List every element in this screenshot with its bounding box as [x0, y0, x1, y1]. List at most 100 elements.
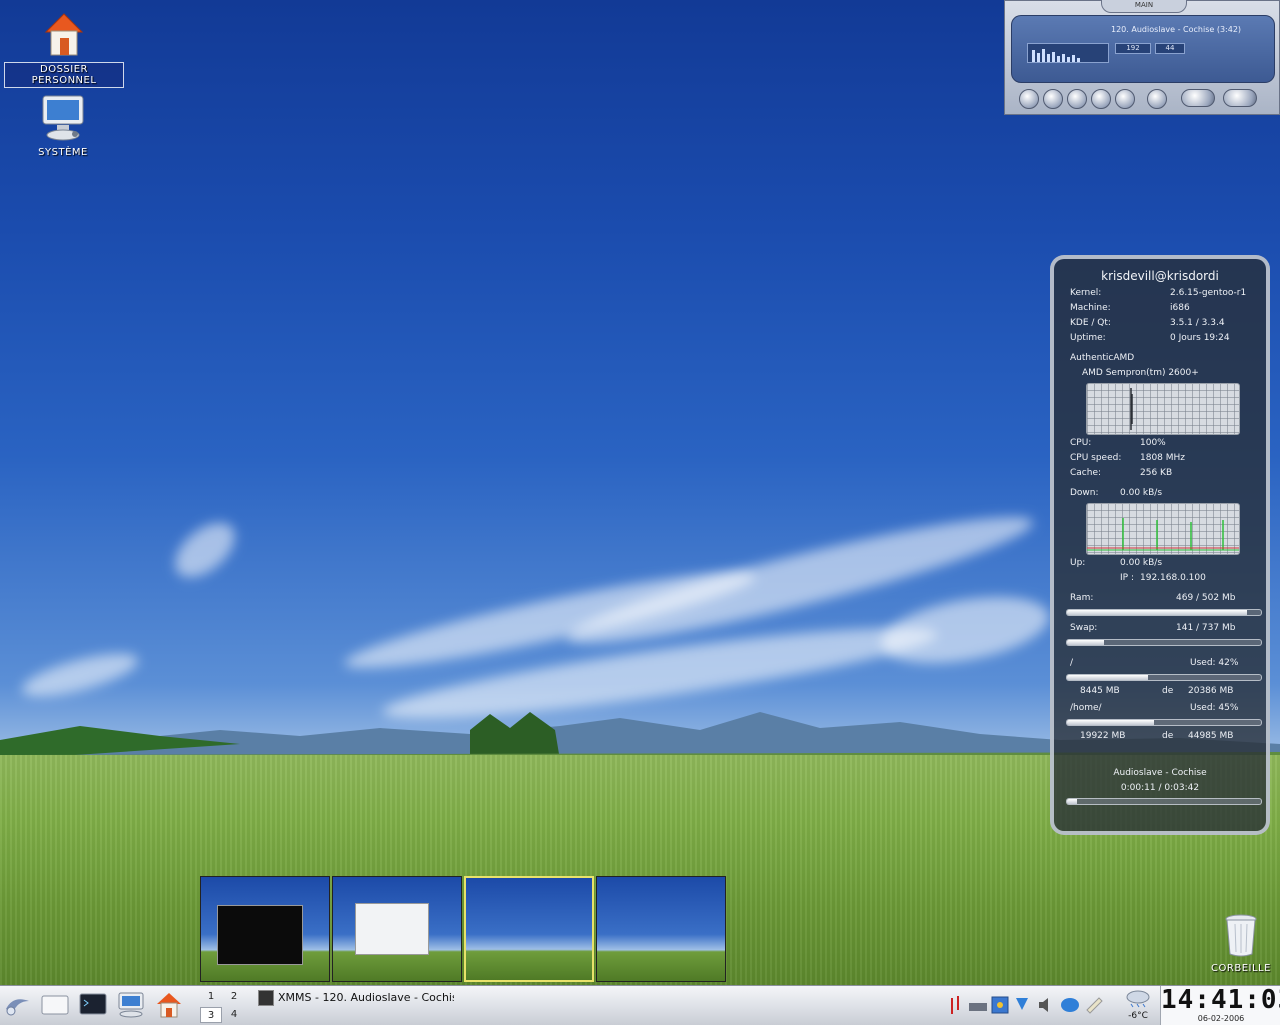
- pager-desktop-3[interactable]: [464, 876, 594, 982]
- swap-bar: [1066, 639, 1262, 646]
- kde-menu-button[interactable]: [2, 990, 32, 1020]
- now-playing-progress-fill: [1067, 799, 1077, 804]
- now-playing-progress: [1066, 798, 1262, 805]
- cpu-vendor: AuthenticAMD: [1070, 353, 1135, 363]
- kernel-label: Kernel:: [1070, 288, 1102, 298]
- system-tray: [944, 990, 1114, 1022]
- now-playing-track: Audioslave - Cochise: [1113, 768, 1207, 778]
- taskbar-task-label: XMMS - 120. Audioslave - Cochise: [278, 991, 454, 1004]
- desktop-switch-3[interactable]: 3: [200, 1007, 222, 1023]
- machine-label: Machine:: [1070, 303, 1111, 313]
- weather-applet[interactable]: -6°C: [1118, 986, 1158, 1024]
- xmms-next-button[interactable]: [1115, 89, 1135, 109]
- ip-label: IP :: [1120, 573, 1134, 583]
- swap-value: 141 / 737 Mb: [1176, 623, 1236, 633]
- xmms-play-button[interactable]: [1043, 89, 1063, 109]
- home-fs-bar-fill: [1067, 720, 1155, 725]
- xmms-eject-button[interactable]: [1147, 89, 1167, 109]
- up-value: 0.00 kB/s: [1120, 558, 1163, 568]
- desktop-switch-2[interactable]: 2: [223, 989, 245, 1005]
- xmms-task-icon: [258, 990, 274, 1006]
- hardware-tray-icon[interactable]: [968, 994, 988, 1016]
- home-icon: [157, 993, 181, 1018]
- desktop-icon-home-folder[interactable]: DOSSIER PERSONNEL: [4, 10, 124, 88]
- xmms-main-tab[interactable]: MAIN: [1101, 0, 1187, 13]
- home-fs-free: 19922 MB: [1080, 731, 1126, 741]
- machine-value: i686: [1170, 303, 1190, 313]
- pager-desktop-4[interactable]: [596, 876, 726, 982]
- root-fs-bar: [1066, 674, 1262, 681]
- swap-bar-fill: [1067, 640, 1104, 645]
- desktop-icon-trash[interactable]: CORBEILLE: [1206, 912, 1276, 975]
- network-status-tray-icon[interactable]: [1060, 994, 1080, 1016]
- system-monitor-widget: krisdevill@krisdordi Kernel: 2.6.15-gent…: [1050, 255, 1270, 835]
- terminal-button[interactable]: [78, 990, 108, 1020]
- cpu-speed-value: 1808 MHz: [1140, 453, 1186, 463]
- klipper-tray-icon[interactable]: [990, 994, 1010, 1016]
- system-icon: [118, 992, 144, 1018]
- desktop-icon-system[interactable]: SYSTÈME: [20, 94, 106, 159]
- down-label: Down:: [1070, 488, 1099, 498]
- kde-value: 3.5.1 / 3.3.4: [1170, 318, 1225, 328]
- cache-value: 256 KB: [1140, 468, 1173, 478]
- xmms-shuffle-button[interactable]: [1181, 89, 1215, 107]
- xmms-spectrum: [1032, 49, 1080, 62]
- clock-date: 06-02-2006: [1197, 1014, 1245, 1023]
- down-value: 0.00 kB/s: [1120, 488, 1163, 498]
- clock-time: 14:41:03: [1161, 985, 1280, 1015]
- home-button[interactable]: [154, 990, 184, 1020]
- taskbar-task-xmms[interactable]: XMMS - 120. Audioslave - Cochise: [258, 989, 454, 1007]
- swap-label: Swap:: [1070, 623, 1098, 633]
- show-desktop-icon: [41, 995, 69, 1015]
- desktop-switch-4[interactable]: 4: [223, 1007, 245, 1023]
- xmms-repeat-button[interactable]: [1223, 89, 1257, 107]
- home-folder-icon: [44, 13, 84, 56]
- xmms-bitrate: 192: [1115, 43, 1151, 54]
- desktop-switch-1[interactable]: 1: [200, 989, 222, 1005]
- desktop-icon-label: CORBEILLE: [1211, 963, 1271, 974]
- root-fs-free: 8445 MB: [1080, 686, 1120, 696]
- kernel-value: 2.6.15-gentoo-r1: [1170, 288, 1247, 298]
- desktop-icon-label: DOSSIER PERSONNEL: [4, 62, 124, 88]
- xmms-track-title: 120. Audioslave - Cochise (3:42): [1111, 25, 1242, 34]
- root-fs-bar-fill: [1067, 675, 1149, 680]
- ram-bar-fill: [1067, 610, 1248, 615]
- xmms-stop-button[interactable]: [1091, 89, 1111, 109]
- pager-desktop-1[interactable]: [200, 876, 330, 982]
- kde-menu-icon: [6, 999, 29, 1016]
- desktop-pager-preview: [200, 876, 726, 984]
- temperature-value: -6°C: [1128, 1011, 1148, 1021]
- pager-desktop-2[interactable]: [332, 876, 462, 982]
- cpu-speed-label: CPU speed:: [1070, 453, 1122, 463]
- computer-icon: [42, 95, 84, 141]
- volume-tray-icon[interactable]: [1036, 994, 1056, 1016]
- xmms-pause-button[interactable]: [1067, 89, 1087, 109]
- home-fs-bar: [1066, 719, 1262, 726]
- cpu-graph: [1086, 383, 1240, 435]
- cpu-model: AMD Sempron(tm) 2600+: [1082, 368, 1199, 378]
- home-fs-of: de: [1162, 731, 1174, 741]
- xmms-samplerate: 44: [1155, 43, 1185, 54]
- kde-panel: 1 2 3 4 XMMS - 120. Audioslave - Cochise: [0, 985, 1280, 1025]
- show-desktop-button[interactable]: [40, 990, 70, 1020]
- xmms-player-window[interactable]: MAIN 120. Audioslave - Cochise (3:42) 19…: [1004, 0, 1280, 115]
- cpu-label: CPU:: [1070, 438, 1092, 448]
- root-fs-label: /: [1070, 658, 1074, 668]
- root-fs-total: 20386 MB: [1188, 686, 1234, 696]
- kde-label: KDE / Qt:: [1070, 318, 1111, 328]
- system-button[interactable]: [116, 990, 146, 1020]
- uptime-label: Uptime:: [1070, 333, 1106, 343]
- root-fs-of: de: [1162, 686, 1174, 696]
- xmms-previous-button[interactable]: [1019, 89, 1039, 109]
- download-tray-icon[interactable]: [1012, 994, 1032, 1016]
- cpu-value: 100%: [1140, 438, 1166, 448]
- note-tray-icon[interactable]: [1084, 994, 1104, 1016]
- cpu-graph-line: [1130, 388, 1133, 430]
- network-graph: [1086, 503, 1240, 555]
- ip-value: 192.168.0.100: [1140, 573, 1206, 583]
- desktop-icon-label: SYSTÈME: [38, 147, 88, 158]
- network-tray-icon[interactable]: [948, 994, 968, 1016]
- weather-icon: [1126, 990, 1150, 1008]
- clock-applet[interactable]: 14:41:03 06-02-2006: [1160, 986, 1280, 1025]
- network-graph-lines: [1087, 518, 1239, 551]
